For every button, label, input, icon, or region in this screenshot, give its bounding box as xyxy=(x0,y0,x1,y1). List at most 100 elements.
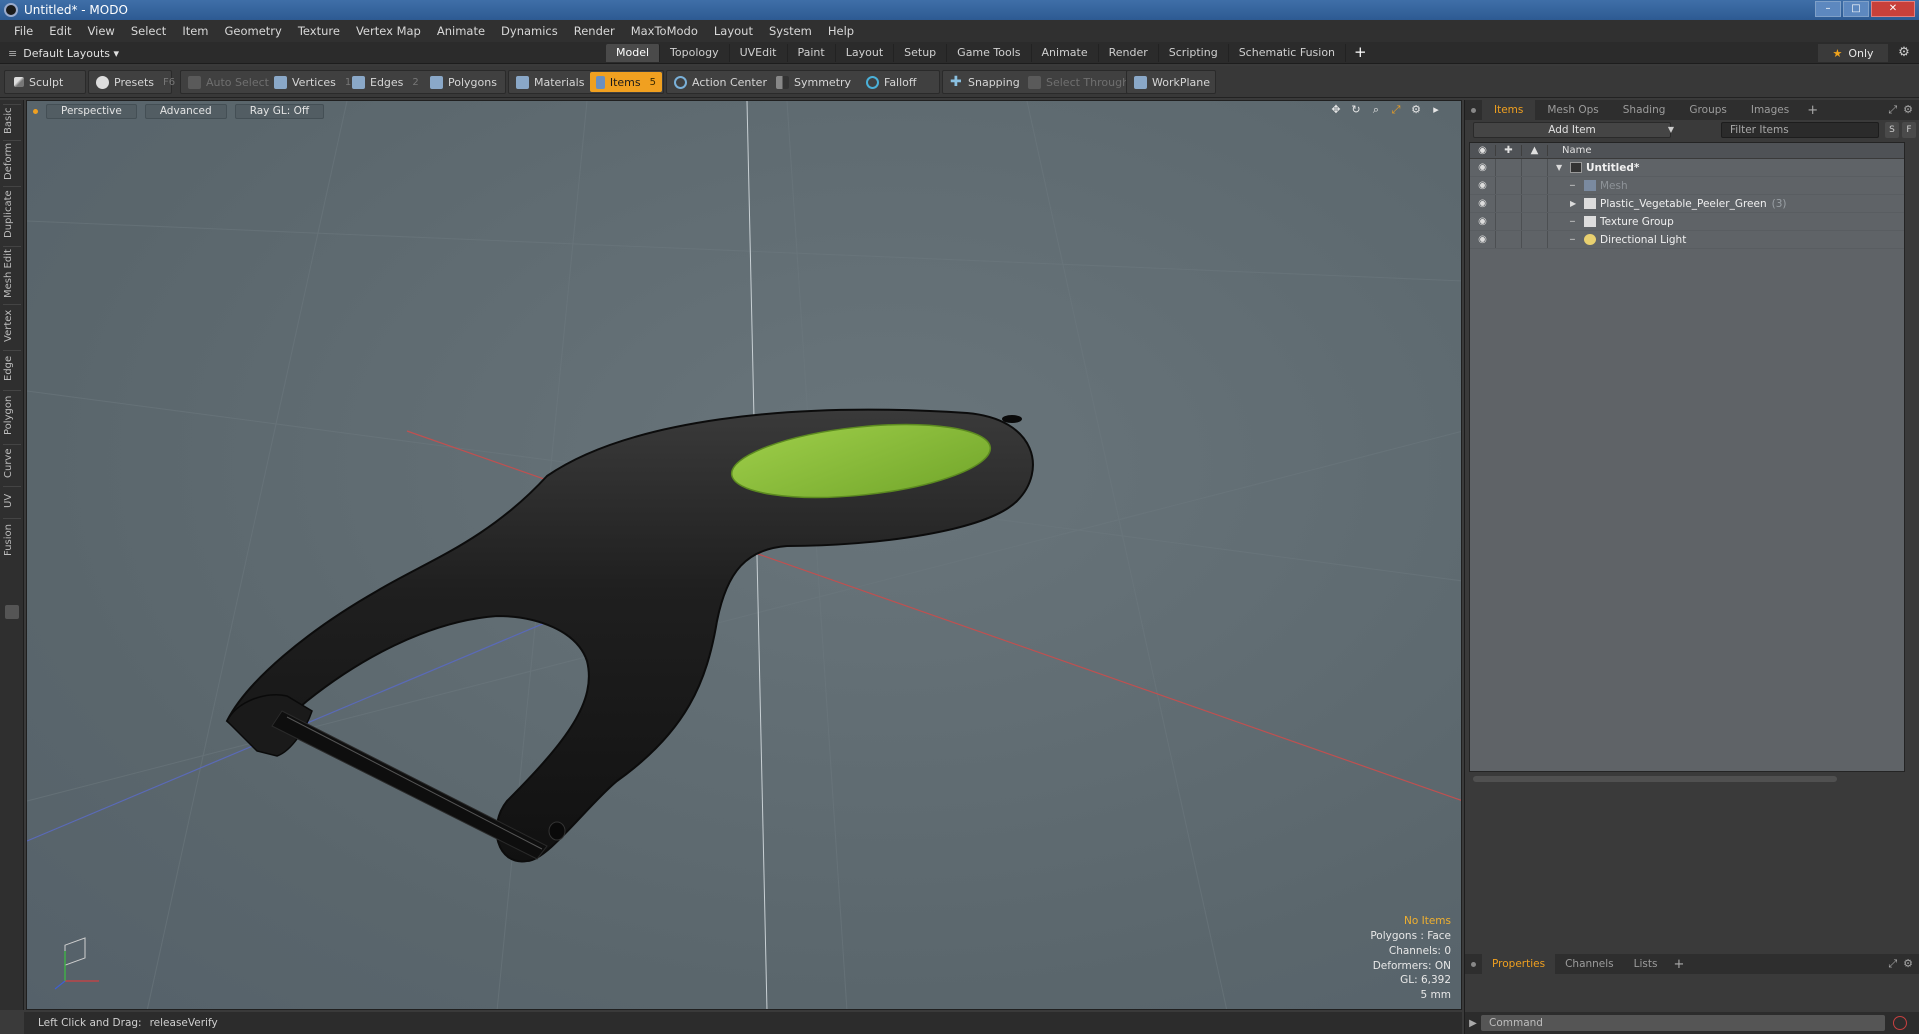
tree-row-mesh[interactable]: ◉ ─ Mesh xyxy=(1470,177,1904,195)
menu-texture[interactable]: Texture xyxy=(290,24,348,38)
menu-system[interactable]: System xyxy=(761,24,820,38)
tool-tab-duplicate[interactable]: Duplicate xyxy=(3,186,21,242)
lock-column-icon[interactable]: ✚ xyxy=(1496,145,1522,156)
scrollbar-thumb[interactable] xyxy=(1473,776,1837,782)
tab-properties[interactable]: Properties xyxy=(1482,954,1556,974)
gear-icon[interactable]: ⚙ xyxy=(1896,45,1912,61)
pan-icon[interactable]: ✥ xyxy=(1329,103,1343,117)
zoom-icon[interactable]: ⌕ xyxy=(1369,103,1383,117)
tab-images[interactable]: Images xyxy=(1739,100,1801,120)
tool-tab-mesh-edit[interactable]: Mesh Edit xyxy=(3,246,21,300)
maximize-properties-icon[interactable]: ⤢ xyxy=(1888,957,1897,971)
tab-channels[interactable]: Channels xyxy=(1555,954,1624,974)
action-center-button[interactable]: Action Center xyxy=(668,72,773,92)
tree-row-peeler-group[interactable]: ◉ ▶ Plastic_Vegetable_Peeler_Green (3) xyxy=(1470,195,1904,213)
visibility-eye-icon[interactable]: ◉ xyxy=(1470,159,1496,176)
tree-row-directional-light[interactable]: ◉ ─ Directional Light xyxy=(1470,231,1904,249)
menu-layout[interactable]: Layout xyxy=(706,24,761,38)
tool-tab-polygon[interactable]: Polygon xyxy=(3,390,21,440)
tab-topology[interactable]: Topology xyxy=(660,44,730,62)
maximize-panel-icon[interactable]: ⤢ xyxy=(1888,103,1897,117)
menu-view[interactable]: View xyxy=(80,24,123,38)
symmetry-button[interactable]: Symmetry xyxy=(770,72,857,92)
raygl-button[interactable]: Ray GL: Off xyxy=(234,103,325,119)
tab-animate[interactable]: Animate xyxy=(1032,44,1099,62)
visibility-eye-icon[interactable]: ◉ xyxy=(1470,195,1496,212)
polygons-button[interactable]: Polygons xyxy=(424,72,503,92)
tab-mesh-ops[interactable]: Mesh Ops xyxy=(1535,100,1610,120)
tool-tab-curve[interactable]: Curve xyxy=(3,444,21,482)
tool-tab-edge[interactable]: Edge xyxy=(3,350,21,386)
select-through-button[interactable]: Select Through xyxy=(1022,72,1135,92)
menu-select[interactable]: Select xyxy=(123,24,174,38)
menu-render[interactable]: Render xyxy=(566,24,623,38)
3d-viewport[interactable]: Perspective Advanced Ray GL: Off ✥ ↻ ⌕ ⤢… xyxy=(26,100,1462,1010)
tab-uvedit[interactable]: UVEdit xyxy=(730,44,788,62)
visibility-eye-icon[interactable]: ◉ xyxy=(1470,213,1496,230)
vertices-button[interactable]: Vertices 1 xyxy=(268,72,357,92)
shading-button[interactable]: Advanced xyxy=(144,103,227,119)
f-button[interactable]: F xyxy=(1902,122,1916,138)
tab-render[interactable]: Render xyxy=(1099,44,1159,62)
filter-items-input[interactable]: Filter Items xyxy=(1721,122,1879,138)
minimize-button[interactable]: – xyxy=(1815,1,1841,17)
view-mode-button[interactable]: Perspective xyxy=(46,103,137,119)
menu-maxtomodo[interactable]: MaxToModo xyxy=(623,24,706,38)
sculpt-button[interactable]: Sculpt xyxy=(8,72,69,92)
presets-button[interactable]: Presets F6 xyxy=(90,72,181,92)
tree-row-scene[interactable]: ◉ ▼ Untitled* xyxy=(1470,159,1904,177)
tab-scripting[interactable]: Scripting xyxy=(1159,44,1229,62)
tab-game-tools[interactable]: Game Tools xyxy=(947,44,1032,62)
scene-render[interactable] xyxy=(27,101,1462,1010)
visibility-eye-icon[interactable]: ◉ xyxy=(1470,231,1496,248)
tree-horizontal-scrollbar[interactable] xyxy=(1469,774,1905,784)
tab-shading[interactable]: Shading xyxy=(1611,100,1678,120)
falloff-button[interactable]: Falloff xyxy=(860,72,922,92)
menu-file[interactable]: File xyxy=(6,24,41,38)
edges-button[interactable]: Edges 2 xyxy=(346,72,425,92)
command-history-icon[interactable]: ▶ xyxy=(1465,1018,1481,1029)
tool-tab-fusion[interactable]: Fusion xyxy=(3,518,21,562)
snapping-button[interactable]: ✚ Snapping xyxy=(944,72,1026,92)
tool-tab-basic[interactable]: Basic xyxy=(3,104,21,136)
layout-dropdown[interactable]: ≡ Default Layouts ▾ xyxy=(8,45,119,61)
tab-setup[interactable]: Setup xyxy=(894,44,948,62)
collapse-arrow-icon[interactable]: ▼ xyxy=(1556,163,1566,172)
properties-gear-icon[interactable]: ⚙ xyxy=(1903,957,1913,971)
viewport-menu-icon[interactable]: ▸ xyxy=(1429,103,1443,117)
menu-vertex-map[interactable]: Vertex Map xyxy=(348,24,429,38)
expand-arrow-icon[interactable]: ▶ xyxy=(1570,199,1580,208)
command-input[interactable]: Command xyxy=(1481,1015,1885,1031)
materials-button[interactable]: Materials xyxy=(510,72,590,92)
tab-groups[interactable]: Groups xyxy=(1677,100,1738,120)
expand-toolbox-button[interactable] xyxy=(5,605,19,619)
tab-lists[interactable]: Lists xyxy=(1624,954,1668,974)
tab-paint[interactable]: Paint xyxy=(788,44,836,62)
stop-icon[interactable] xyxy=(1893,1016,1907,1030)
tool-tab-deform[interactable]: Deform xyxy=(3,140,21,182)
tree-row-texture-group[interactable]: ◉ ─ Texture Group xyxy=(1470,213,1904,231)
tab-items[interactable]: Items xyxy=(1482,100,1536,120)
tool-tab-vertex[interactable]: Vertex xyxy=(3,304,21,346)
maximize-button[interactable]: □ xyxy=(1843,1,1869,17)
add-tab-button[interactable]: + xyxy=(1346,44,1375,62)
items-button[interactable]: Items 5 xyxy=(590,72,662,92)
add-properties-tab-button[interactable]: + xyxy=(1667,957,1690,972)
menu-animate[interactable]: Animate xyxy=(429,24,493,38)
tab-layout[interactable]: Layout xyxy=(836,44,895,62)
add-item-button[interactable]: Add Item ▼ xyxy=(1473,122,1674,138)
fit-icon[interactable]: ⤢ xyxy=(1389,103,1403,117)
menu-item[interactable]: Item xyxy=(174,24,216,38)
tab-model[interactable]: Model xyxy=(606,44,661,62)
tab-schematic-fusion[interactable]: Schematic Fusion xyxy=(1229,44,1347,62)
menu-geometry[interactable]: Geometry xyxy=(217,24,290,38)
visibility-column-icon[interactable]: ◉ xyxy=(1470,145,1496,156)
panel-gear-icon[interactable]: ⚙ xyxy=(1903,103,1913,117)
s-button[interactable]: S xyxy=(1885,122,1899,138)
render-column-icon[interactable]: ▲ xyxy=(1522,145,1548,156)
name-column-header[interactable]: Name xyxy=(1548,145,1592,156)
vegetable-peeler-model[interactable] xyxy=(225,408,1034,863)
add-panel-tab-button[interactable]: + xyxy=(1801,103,1824,118)
rotate-icon[interactable]: ↻ xyxy=(1349,103,1363,117)
visibility-eye-icon[interactable]: ◉ xyxy=(1470,177,1496,194)
